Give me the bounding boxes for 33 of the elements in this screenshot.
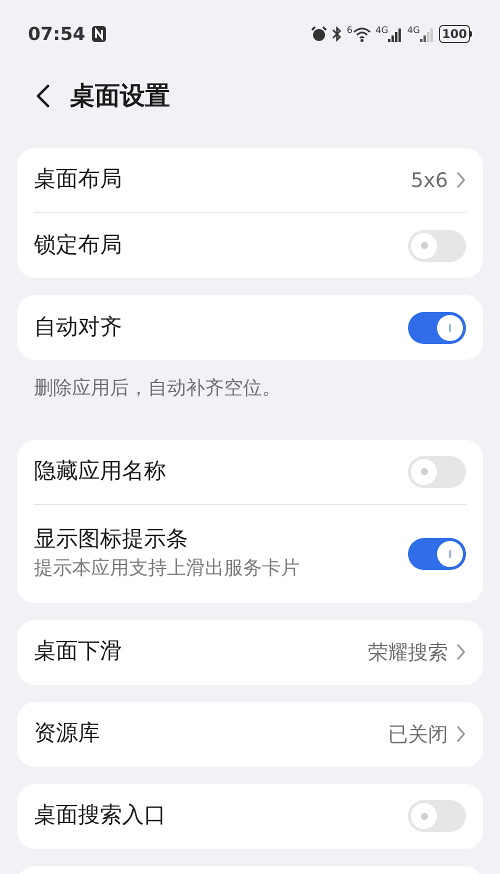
setting-value: 5x6 <box>410 167 448 194</box>
setting-value: 荣耀搜索 <box>368 639 448 666</box>
signal-icon <box>388 26 402 42</box>
setting-label: 隐藏应用名称 <box>34 458 167 486</box>
toggle-switch[interactable] <box>408 312 466 344</box>
setting-label: 锁定布局 <box>34 232 123 260</box>
setting-label: 资源库 <box>34 720 101 748</box>
toggle-switch[interactable] <box>408 456 466 488</box>
setting-label: 桌面搜索入口 <box>34 802 167 830</box>
wifi-icon <box>352 26 371 42</box>
signal-icon <box>420 26 434 42</box>
status-time: 07:54 <box>28 22 86 46</box>
setting-label: 自动对齐 <box>34 314 123 342</box>
battery-indicator: 100 <box>438 25 472 43</box>
chevron-right-icon <box>456 643 466 661</box>
nfc-icon <box>91 25 108 43</box>
setting-label: 显示图标提示条 <box>34 526 189 554</box>
network-type: 4G <box>376 26 388 36</box>
page-title: 桌面设置 <box>70 80 170 112</box>
setting-label: 桌面下滑 <box>34 638 123 666</box>
bluetooth-icon <box>332 26 342 42</box>
setting-label: 桌面布局 <box>34 166 123 194</box>
chevron-right-icon <box>456 725 466 743</box>
setting-description: 提示本应用支持上滑出服务卡片 <box>34 557 301 582</box>
setting-value: 已关闭 <box>388 721 448 748</box>
chevron-right-icon <box>456 171 466 189</box>
toggle-switch[interactable] <box>408 538 466 570</box>
toggle-switch[interactable] <box>408 800 466 832</box>
alarm-icon <box>310 26 327 42</box>
wifi-band-label: 6 <box>346 26 353 36</box>
toggle-switch[interactable] <box>408 230 466 262</box>
network-type: 4G <box>407 26 420 36</box>
footnote-text: 删除应用后，自动补齐空位。 <box>33 376 282 401</box>
